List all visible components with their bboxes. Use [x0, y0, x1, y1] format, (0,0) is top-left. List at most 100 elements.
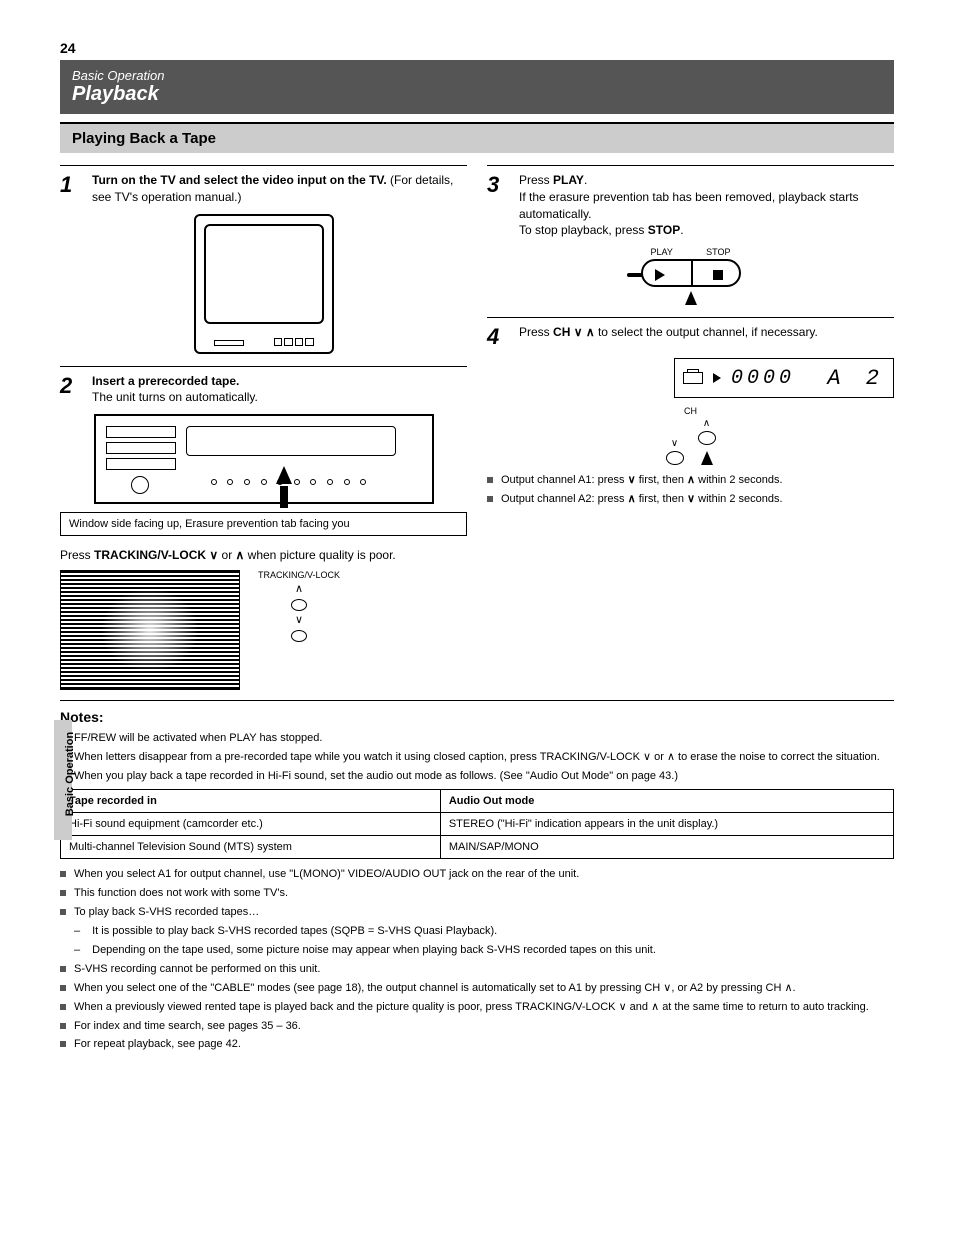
note-text: FF/REW will be activated when PLAY has s… [74, 731, 894, 747]
play-stop-illustration: PLAY STOP [487, 247, 894, 305]
step-1-text: Turn on the TV and select the video inpu… [92, 172, 467, 206]
tracking-up-button[interactable]: ∧ [291, 582, 307, 611]
step-2-bold: Insert a prerecorded tape. [92, 374, 239, 388]
lcd-counter: 0000 [731, 367, 795, 390]
note-text: When a previously viewed rented tape is … [74, 1000, 894, 1016]
chevron-down-icon: ∨ [671, 438, 678, 449]
note-item: To play back S-VHS recorded tapes… [60, 905, 894, 921]
step-3-stop-text: To stop playback, press [519, 223, 644, 237]
bullet-icon [487, 477, 493, 483]
page-number: 24 [60, 40, 76, 56]
tracking-down-button[interactable]: ∨ [291, 613, 307, 642]
header-bar: Basic Operation Playback [60, 60, 894, 114]
note-item: When you select A1 for output channel, u… [60, 867, 894, 883]
note-item: When you select one of the "CABLE" modes… [60, 981, 894, 997]
table-cell: MAIN/SAP/MONO [440, 836, 893, 859]
step-4-bullet-a2: Output channel A2: press ∧ first, then ∨… [487, 492, 894, 508]
table-cell: Hi-Fi sound equipment (camcorder etc.) [61, 813, 441, 836]
note-sub-item: – Depending on the tape used, some pictu… [74, 943, 894, 959]
bullet-icon [60, 1041, 66, 1047]
step-4-detail: to select the output channel, if necessa… [598, 325, 818, 339]
play-label: PLAY [651, 247, 673, 257]
header-category: Basic Operation [72, 68, 882, 83]
play-icon [655, 269, 665, 281]
note-item: S-VHS recording cannot be performed on t… [60, 962, 894, 978]
step-3-number: 3 [487, 172, 511, 239]
step-4-press: Press [519, 325, 550, 339]
table-header: Audio Out mode [440, 790, 893, 813]
lcd-illustration: 0000 A 2 [487, 358, 894, 398]
vcr-illustration [60, 414, 467, 504]
bullet-icon [60, 966, 66, 972]
note-text: When you select A1 for output channel, u… [74, 867, 894, 883]
note-item: When you play back a tape recorded in Hi… [60, 769, 894, 785]
lcd-display: 0000 A 2 [674, 358, 894, 398]
ch-up-button[interactable]: ∧ [698, 418, 716, 465]
note-item: FF/REW will be activated when PLAY has s… [60, 731, 894, 747]
notes-section: Notes: FF/REW will be activated when PLA… [60, 700, 894, 1053]
table-cell: Multi-channel Television Sound (MTS) sys… [61, 836, 441, 859]
step-4-number: 4 [487, 324, 511, 350]
step-2-text: Insert a prerecorded tape. The unit turn… [92, 373, 467, 407]
ch-label: CH [666, 406, 716, 416]
note-item: For repeat playback, see page 42. [60, 1037, 894, 1053]
step-1: 1 Turn on the TV and select the video in… [60, 165, 467, 354]
chevron-up-icon: ∧ [295, 582, 303, 595]
insert-arrow-icon [276, 466, 292, 508]
audio-mode-table: Tape recorded in Audio Out mode Hi-Fi so… [60, 789, 894, 859]
arrow-up-icon [685, 291, 697, 305]
step-4: 4 Press CH ∨ ∧ to select the output chan… [487, 317, 894, 508]
table-header: Tape recorded in [61, 790, 441, 813]
ch-down-button[interactable]: ∨ [666, 438, 684, 465]
step-2-number: 2 [60, 373, 84, 407]
bullet-icon [487, 496, 493, 502]
header-title: Playback [72, 83, 882, 106]
step-3-press: Press [519, 173, 550, 187]
step-3-play-key: PLAY [553, 173, 584, 187]
step-2: 2 Insert a prerecorded tape. The unit tu… [60, 366, 467, 537]
arrow-up-icon [701, 451, 713, 465]
bullet-icon [60, 1023, 66, 1029]
noisy-picture-illustration [60, 570, 240, 690]
b2a: Output channel A2: press [501, 493, 628, 505]
subheader: Playing Back a Tape [60, 122, 894, 153]
note-sub-text: Depending on the tape used, some picture… [92, 943, 894, 959]
step-3-stop-key: STOP [648, 223, 680, 237]
tracking-label: TRACKING/V-LOCK [258, 570, 340, 580]
note-text: S-VHS recording cannot be performed on t… [74, 962, 894, 978]
ch-buttons-illustration: CH ∨ ∧ [487, 406, 894, 465]
note-text: When you select one of the "CABLE" modes… [74, 981, 894, 997]
play-stop-button[interactable] [641, 259, 741, 287]
step-3-detail: If the erasure prevention tab has been r… [519, 190, 859, 221]
play-indicator-icon [713, 373, 721, 383]
note-text: For repeat playback, see page 42. [74, 1037, 894, 1053]
side-tab-label: Basic Operation [64, 724, 76, 824]
stop-label: STOP [706, 247, 730, 257]
note-text: This function does not work with some TV… [74, 886, 894, 902]
b1b: first, then [636, 474, 687, 486]
tracking-note: Press TRACKING/V-LOCK ∨ or ∧ when pictur… [60, 548, 467, 562]
step-4-ch-key: CH [553, 325, 570, 339]
bullet-icon [60, 890, 66, 896]
chevron-down-icon: ∨ [295, 613, 303, 626]
tracking-key: TRACKING/V-LOCK [94, 548, 206, 562]
step-4-bullet-a1: Output channel A1: press ∨ first, then ∧… [487, 473, 894, 489]
note-text: To play back S-VHS recorded tapes… [74, 905, 894, 921]
b2b: first, then [636, 493, 687, 505]
note-text: When you play back a tape recorded in Hi… [74, 769, 894, 785]
step-3: 3 Press PLAY. If the erasure prevention … [487, 165, 894, 305]
lcd-channel: A 2 [827, 366, 885, 391]
step-2-caption: Window side facing up, Erasure preventio… [60, 512, 467, 536]
tracking-or: or [222, 548, 233, 562]
note-sub-item: – It is possible to play back S-VHS reco… [74, 924, 894, 940]
notes-title: Notes: [60, 709, 894, 725]
tracking-when: when picture quality is poor. [248, 548, 396, 562]
bullet-icon [60, 871, 66, 877]
cassette-icon [683, 372, 703, 384]
bullet-icon [60, 985, 66, 991]
tv-illustration [60, 214, 467, 354]
bullet-icon [60, 1004, 66, 1010]
step-2-detail: The unit turns on automatically. [92, 390, 258, 404]
note-sub-text: It is possible to play back S-VHS record… [92, 924, 894, 940]
note-item: For index and time search, see pages 35 … [60, 1019, 894, 1035]
